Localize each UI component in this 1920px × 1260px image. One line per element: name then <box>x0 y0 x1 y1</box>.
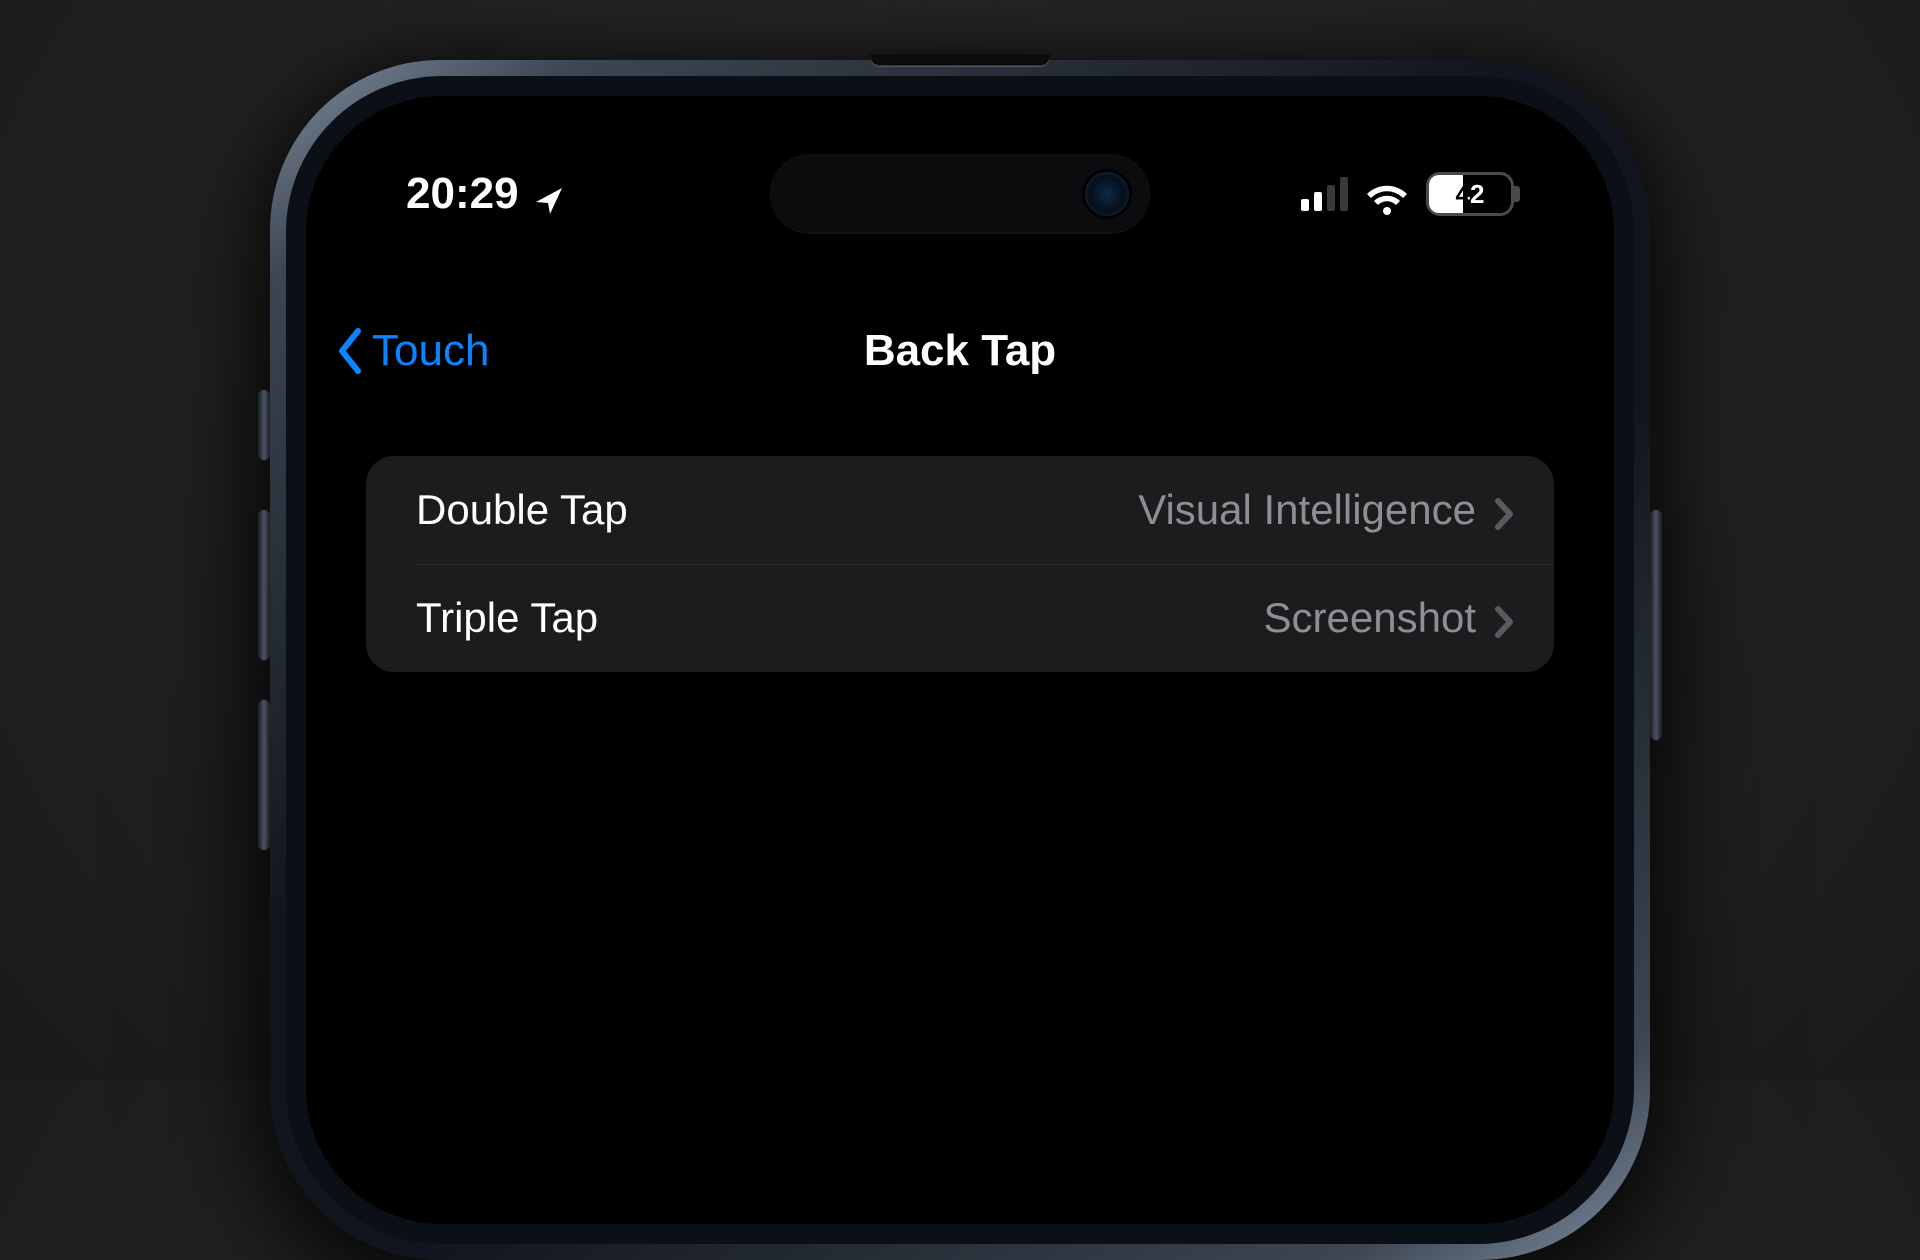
row-triple-tap[interactable]: Triple Tap Screenshot <box>366 564 1554 672</box>
chevron-right-icon <box>1494 601 1514 635</box>
row-value: Visual Intelligence <box>1138 486 1476 534</box>
phone-speaker-slit <box>870 54 1050 66</box>
battery-indicator: 42 42 <box>1426 172 1514 216</box>
phone-frame: 20:29 <box>270 60 1650 1260</box>
page-title: Back Tap <box>306 326 1614 376</box>
settings-group: Double Tap Visual Intelligence Triple <box>366 456 1554 672</box>
status-bar: 20:29 <box>306 154 1614 234</box>
phone-side-button <box>258 390 270 460</box>
chevron-right-icon <box>1494 493 1514 527</box>
phone-side-button <box>1650 510 1662 740</box>
phone-side-button <box>258 510 270 660</box>
row-double-tap[interactable]: Double Tap Visual Intelligence <box>366 456 1554 564</box>
wifi-icon <box>1366 178 1408 210</box>
status-time: 20:29 <box>406 169 519 219</box>
backdrop: 20:29 <box>222 0 1698 1080</box>
row-value: Screenshot <box>1264 594 1476 642</box>
row-label: Double Tap <box>416 486 628 534</box>
location-arrow-icon <box>533 178 565 210</box>
phone-bezel: 20:29 <box>286 76 1634 1244</box>
phone-screen: 20:29 <box>306 96 1614 1224</box>
phone-side-button <box>258 700 270 850</box>
row-label: Triple Tap <box>416 594 598 642</box>
cellular-signal-icon <box>1301 177 1348 211</box>
nav-bar: Touch Back Tap <box>306 306 1614 396</box>
battery-percent-label: 42 42 <box>1429 175 1511 213</box>
